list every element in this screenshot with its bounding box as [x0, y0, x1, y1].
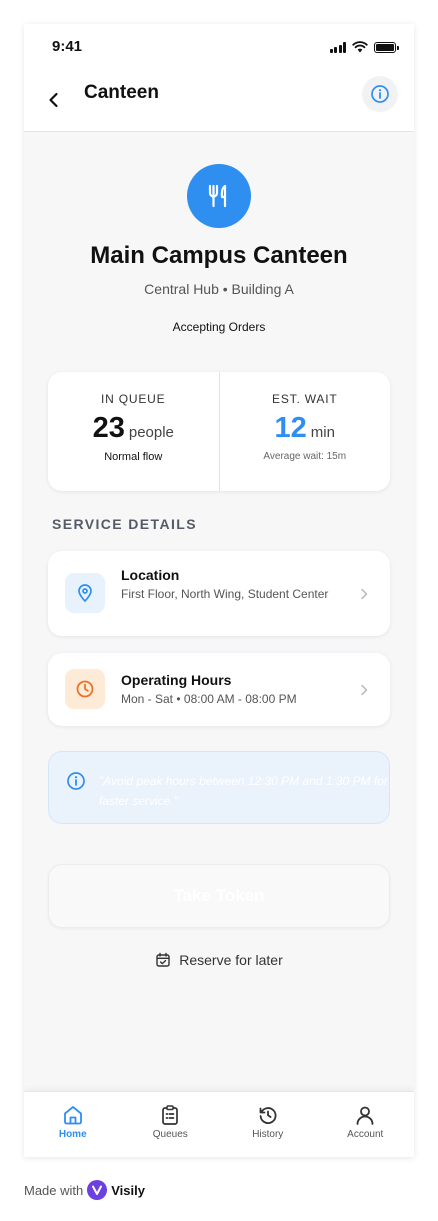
- canteen-status: Accepting Orders: [172, 320, 266, 334]
- canteen-name: Main Campus Canteen: [90, 242, 348, 269]
- take-token-button[interactable]: Take Token: [48, 864, 390, 928]
- nav-home[interactable]: Home: [24, 1092, 122, 1157]
- hours-icon-tile: [65, 669, 105, 709]
- hours-schedule: Mon - Sat • 08:00 AM - 08:00 PM: [121, 692, 297, 706]
- queue-stats-card: IN QUEUE 23 people Normal flow EST. WAIT…: [48, 372, 390, 491]
- nav-account[interactable]: Account: [317, 1092, 415, 1157]
- section-title: SERVICE DETAILS: [52, 516, 197, 532]
- nav-home-label: Home: [58, 1129, 87, 1140]
- tip-banner: "Avoid peak hours between 12:30 PM and 1…: [48, 751, 390, 824]
- nav-history[interactable]: History: [219, 1092, 317, 1157]
- queue-note: Normal flow: [104, 451, 163, 463]
- chevron-right-icon: [361, 588, 368, 599]
- user-icon: [356, 1106, 374, 1125]
- page-title: Canteen: [84, 82, 159, 103]
- canteen-subtitle: Central Hub • Building A: [144, 281, 294, 297]
- reserve-label: Reserve for later: [179, 952, 283, 968]
- tip-text: "Avoid peak hours between 12:30 PM and 1…: [99, 774, 388, 808]
- info-icon: [371, 85, 389, 103]
- map-pin-icon: [78, 584, 92, 602]
- visily-logo-icon: [87, 1180, 108, 1200]
- nav-history-label: History: [252, 1129, 284, 1140]
- cellular-signal-icon: [329, 41, 346, 53]
- chevron-left-icon: [49, 92, 58, 108]
- queue-stat: IN QUEUE 23 people Normal flow: [48, 372, 219, 491]
- operating-hours-card[interactable]: Operating Hours Mon - Sat • 08:00 AM - 0…: [48, 653, 390, 726]
- wait-unit: min: [310, 424, 335, 441]
- app-header: Canteen: [24, 72, 414, 132]
- fork-knife-icon: [208, 184, 227, 208]
- queue-unit: people: [128, 424, 174, 441]
- visily-brand: Visily: [111, 1182, 145, 1198]
- queue-stat-label: IN QUEUE: [101, 392, 166, 406]
- bottom-nav: Home Queues History Account: [24, 1091, 414, 1157]
- battery-icon: [374, 41, 399, 53]
- chevron-right-icon: [361, 684, 368, 695]
- calendar-check-icon: [156, 952, 170, 967]
- location-icon-tile: [65, 573, 105, 613]
- back-button[interactable]: [40, 86, 68, 114]
- location-address: First Floor, North Wing, Student Center: [121, 587, 329, 601]
- wait-note: Average wait: 15m: [263, 451, 347, 462]
- home-icon: [63, 1106, 82, 1125]
- hours-title: Operating Hours: [121, 672, 232, 688]
- wait-stat-label: EST. WAIT: [272, 392, 338, 406]
- nav-account-label: Account: [347, 1129, 384, 1140]
- wait-minutes: 12: [274, 412, 307, 444]
- queue-count: 23: [92, 412, 125, 444]
- history-icon: [259, 1107, 277, 1124]
- clipboard-list-icon: [162, 1105, 179, 1125]
- status-time: 9:41: [52, 38, 83, 55]
- wifi-icon: [352, 41, 368, 53]
- info-icon: [67, 772, 85, 790]
- made-with-text: Made with: [24, 1182, 84, 1198]
- nav-queues[interactable]: Queues: [122, 1092, 220, 1157]
- location-card[interactable]: Location First Floor, North Wing, Studen…: [48, 551, 390, 636]
- status-icons: [329, 41, 399, 53]
- reserve-for-later-link[interactable]: Reserve for later: [24, 952, 414, 968]
- phone-screen: 9:41 Canteen Main Campus Canteen Central…: [24, 24, 414, 1157]
- made-with-footer: Made with Visily: [24, 1180, 145, 1200]
- nav-queues-label: Queues: [152, 1129, 188, 1140]
- clock-icon: [76, 680, 94, 698]
- info-button[interactable]: [362, 76, 398, 112]
- status-bar: 9:41: [24, 24, 414, 72]
- location-title: Location: [121, 567, 180, 583]
- canteen-avatar: [187, 164, 251, 228]
- wait-stat: EST. WAIT 12 min Average wait: 15m: [218, 372, 391, 491]
